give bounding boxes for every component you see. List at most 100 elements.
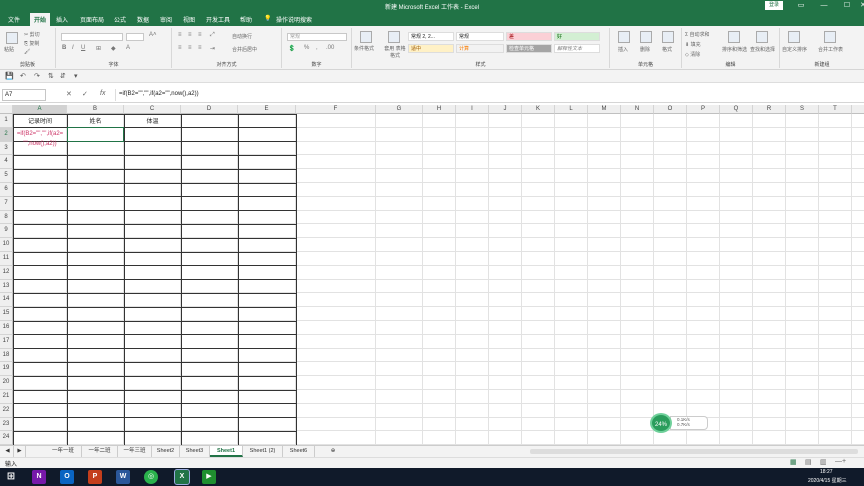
column-header-i[interactable]: I xyxy=(456,105,489,114)
sort-filter-icon[interactable] xyxy=(728,31,740,43)
login-button[interactable]: 登录 xyxy=(765,1,783,10)
powerpoint-icon[interactable]: P xyxy=(88,470,102,484)
percent-icon[interactable]: % xyxy=(304,45,309,51)
insert-function-icon[interactable]: fx xyxy=(100,90,105,97)
style-calc[interactable]: 计算 xyxy=(456,44,504,53)
format-cells-button[interactable]: 格式 xyxy=(662,46,672,53)
format-table-button[interactable]: 套用 表格格式 xyxy=(382,45,408,59)
bold-icon[interactable]: B xyxy=(62,45,66,51)
sheet-tab[interactable]: 一年三班 xyxy=(118,446,152,457)
cancel-icon[interactable]: ✕ xyxy=(66,90,72,98)
ribbon-options-icon[interactable]: ▭ xyxy=(789,0,813,12)
format-painter-icon[interactable]: 🖌 xyxy=(24,49,30,55)
align-top-icon[interactable]: ≡ xyxy=(178,32,182,38)
chrome-icon[interactable]: ◎ xyxy=(144,470,158,484)
row-header-18[interactable]: 18 xyxy=(0,348,13,363)
row-header-1[interactable]: 1 xyxy=(0,114,13,128)
row-header-13[interactable]: 13 xyxy=(0,279,13,294)
row-header-7[interactable]: 7 xyxy=(0,196,13,211)
undo-icon[interactable]: ↶ xyxy=(20,72,26,80)
conditional-format-button[interactable]: 条件格式 xyxy=(354,45,374,52)
tab-help[interactable]: 帮助 xyxy=(240,15,252,24)
tab-review[interactable]: 审阅 xyxy=(160,15,172,24)
sheet-tab[interactable]: Sheet6 xyxy=(283,446,315,457)
row-header-10[interactable]: 10 xyxy=(0,238,13,252)
style-normal[interactable]: 常规 xyxy=(456,32,504,41)
minimize-button[interactable]: — xyxy=(812,0,836,12)
column-header-d[interactable]: D xyxy=(181,105,238,114)
autosum-button[interactable]: Σ 自动求和 xyxy=(685,31,710,38)
normal-view-icon[interactable]: ▦ xyxy=(790,458,797,466)
sheet-tab[interactable]: 一年一班 xyxy=(45,446,82,457)
redo-icon[interactable]: ↷ xyxy=(34,72,40,80)
column-header-c[interactable]: C xyxy=(124,105,181,114)
close-button[interactable]: ✕ xyxy=(851,0,864,12)
column-header-q[interactable]: Q xyxy=(720,105,753,114)
custom-sort-icon[interactable] xyxy=(788,31,800,43)
tell-me-search[interactable]: 操作说明搜索 xyxy=(276,15,312,24)
style-neutral[interactable]: 适中 xyxy=(408,44,454,53)
find-select-icon[interactable] xyxy=(756,31,768,43)
tab-file[interactable]: 文件 xyxy=(8,15,20,24)
column-header-r[interactable]: R xyxy=(753,105,786,114)
row-header-20[interactable]: 20 xyxy=(0,376,13,390)
decimal-icon[interactable]: .00 xyxy=(326,45,334,51)
row-header-12[interactable]: 12 xyxy=(0,265,13,280)
align-middle-icon[interactable]: ≡ xyxy=(188,32,192,38)
column-header-p[interactable]: P xyxy=(687,105,720,114)
customize-qat-icon[interactable]: ▾ xyxy=(74,72,78,80)
tab-home[interactable]: 开始 xyxy=(30,13,51,26)
row-header-11[interactable]: 11 xyxy=(0,252,13,266)
insert-cells-icon[interactable] xyxy=(618,31,630,43)
copy-button[interactable]: ⎘ 复制 xyxy=(24,40,39,47)
row-header-8[interactable]: 8 xyxy=(0,210,13,225)
orientation-icon[interactable]: ⤢ xyxy=(210,32,215,39)
active-cell-highlight[interactable] xyxy=(67,126,124,142)
sort-asc-icon[interactable]: ⇅ xyxy=(48,72,54,80)
row-header-24[interactable]: 24 xyxy=(0,431,13,445)
row-header-19[interactable]: 19 xyxy=(0,362,13,377)
column-header-l[interactable]: L xyxy=(555,105,588,114)
tab-nav-next-icon[interactable]: ▶ xyxy=(14,446,26,457)
column-header-e[interactable]: E xyxy=(238,105,296,114)
row-header-21[interactable]: 21 xyxy=(0,390,13,404)
border-icon[interactable]: ⊞ xyxy=(96,45,101,52)
column-header-k[interactable]: K xyxy=(522,105,555,114)
tab-insert[interactable]: 插入 xyxy=(56,15,68,24)
outlook-icon[interactable]: O xyxy=(60,470,74,484)
row-header-14[interactable]: 14 xyxy=(0,293,13,308)
tab-page-layout[interactable]: 页面布局 xyxy=(80,15,104,24)
select-all-corner[interactable] xyxy=(0,105,13,114)
style-explain[interactable]: 解释性文本 xyxy=(554,44,600,53)
delete-cells-icon[interactable] xyxy=(640,31,652,43)
custom-sort-button[interactable]: 自定义排序 xyxy=(782,46,807,53)
row-header-3[interactable]: 3 xyxy=(0,141,13,156)
row-header-22[interactable]: 22 xyxy=(0,403,13,418)
format-cells-icon[interactable] xyxy=(662,31,674,43)
comma-icon[interactable]: , xyxy=(316,45,318,51)
tab-nav-prev-icon[interactable]: ◀ xyxy=(2,446,14,457)
worksheet-grid[interactable]: ABCDEFGHIJKLMNOPQRSTUV123456789101112131… xyxy=(0,105,864,445)
column-header-s[interactable]: S xyxy=(786,105,819,114)
sheet-tab[interactable]: Sheet2 xyxy=(152,446,180,457)
conditional-format-icon[interactable] xyxy=(360,31,372,43)
horizontal-scrollbar[interactable] xyxy=(530,449,858,454)
column-header-g[interactable]: G xyxy=(376,105,423,114)
word-icon[interactable]: W xyxy=(116,470,130,484)
fill-button[interactable]: ⬇ 填充 xyxy=(685,41,701,48)
format-table-icon[interactable] xyxy=(388,31,400,43)
find-select-button[interactable]: 查找和选择 xyxy=(750,46,775,53)
page-layout-view-icon[interactable]: ▤ xyxy=(805,458,812,466)
column-header-m[interactable]: M xyxy=(588,105,621,114)
paste-icon[interactable] xyxy=(6,32,18,44)
start-icon[interactable]: ⊞ xyxy=(4,470,18,484)
cell-a2-editing[interactable]: =if(B2="","",if(a2= "",now(),a2)) xyxy=(14,129,66,149)
row-header-5[interactable]: 5 xyxy=(0,169,13,183)
row-header-17[interactable]: 17 xyxy=(0,334,13,349)
zoom-slider[interactable]: —+ xyxy=(835,458,846,465)
number-format-combo[interactable]: 常规 xyxy=(287,33,347,41)
column-header-j[interactable]: J xyxy=(489,105,522,114)
row-header-15[interactable]: 15 xyxy=(0,307,13,321)
page-break-view-icon[interactable]: ▥ xyxy=(820,458,827,466)
merge-sheets-icon[interactable] xyxy=(824,31,836,43)
